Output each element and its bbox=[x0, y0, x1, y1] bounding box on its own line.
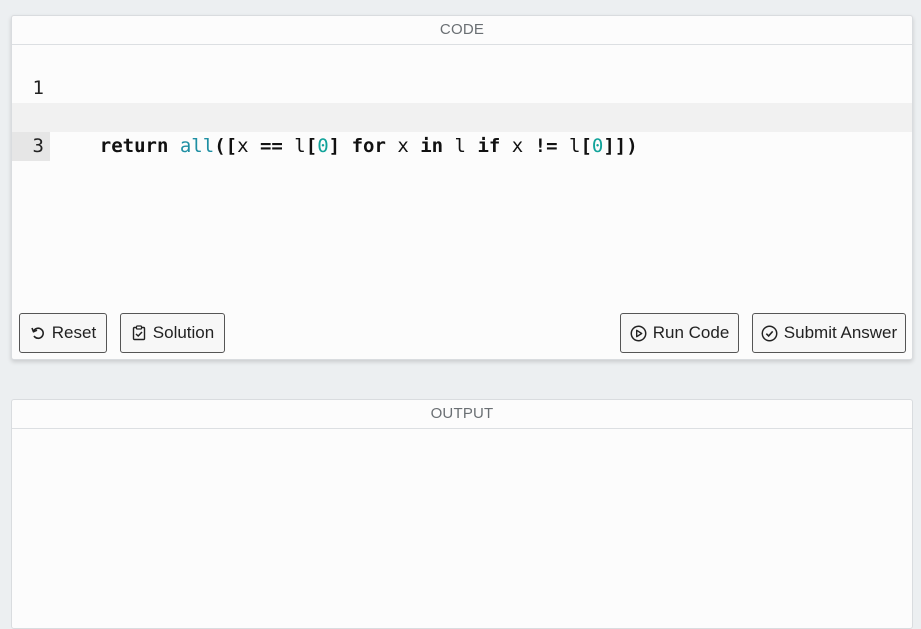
clipboard-check-icon bbox=[132, 325, 145, 341]
reset-icon bbox=[31, 327, 44, 340]
code-token: ]]) bbox=[603, 135, 638, 157]
code-token: == bbox=[259, 135, 283, 157]
code-line[interactable]: 1 def all_equal(l): bbox=[12, 45, 912, 128]
play-circle-icon bbox=[630, 325, 647, 341]
code-line-active[interactable]: 3 bbox=[12, 103, 912, 161]
code-token: x bbox=[237, 135, 260, 157]
code-token: != bbox=[534, 135, 558, 157]
code-token: if bbox=[477, 135, 501, 157]
code-token: l bbox=[557, 135, 581, 157]
run-code-label: Run Code bbox=[652, 323, 730, 342]
solution-label: Solution bbox=[152, 323, 215, 342]
code-token: x bbox=[385, 135, 421, 157]
code-token: ([ bbox=[214, 135, 238, 157]
code-token: 0 bbox=[591, 135, 604, 157]
run-code-button[interactable]: Run Code bbox=[620, 313, 739, 353]
check-circle-icon bbox=[761, 325, 778, 341]
submit-answer-label: Submit Answer bbox=[783, 323, 898, 342]
line-code: return all([x == l[0] for x in l if x !=… bbox=[54, 132, 638, 161]
code-token: ] bbox=[328, 135, 341, 157]
reset-button[interactable]: Reset bbox=[19, 313, 107, 353]
code-token: [ bbox=[305, 135, 318, 157]
output-panel: OUTPUT bbox=[11, 399, 913, 629]
solution-button[interactable]: Solution bbox=[120, 313, 225, 353]
submit-answer-button[interactable]: Submit Answer bbox=[752, 313, 906, 353]
line-number: 3 bbox=[12, 132, 50, 161]
code-token: return bbox=[99, 135, 169, 157]
code-token: for bbox=[351, 135, 386, 157]
code-token: all bbox=[179, 135, 215, 157]
code-token: l bbox=[282, 135, 306, 157]
code-token: x bbox=[500, 135, 535, 157]
code-line[interactable]: 2 return all([x == l[0] for x in l if x … bbox=[12, 74, 912, 157]
code-token: [ bbox=[580, 135, 592, 157]
code-panel: CODE 1 def all_equal(l): 2 return all([x… bbox=[11, 15, 913, 360]
code-panel-header: CODE bbox=[12, 16, 912, 45]
reset-label: Reset bbox=[51, 323, 97, 342]
code-token: 0 bbox=[317, 135, 329, 157]
output-panel-header: OUTPUT bbox=[12, 400, 912, 429]
output-area bbox=[12, 429, 912, 628]
code-editor[interactable]: 1 def all_equal(l): 2 return all([x == l… bbox=[12, 45, 912, 323]
code-token: in bbox=[420, 135, 444, 157]
code-token: l bbox=[443, 135, 478, 157]
